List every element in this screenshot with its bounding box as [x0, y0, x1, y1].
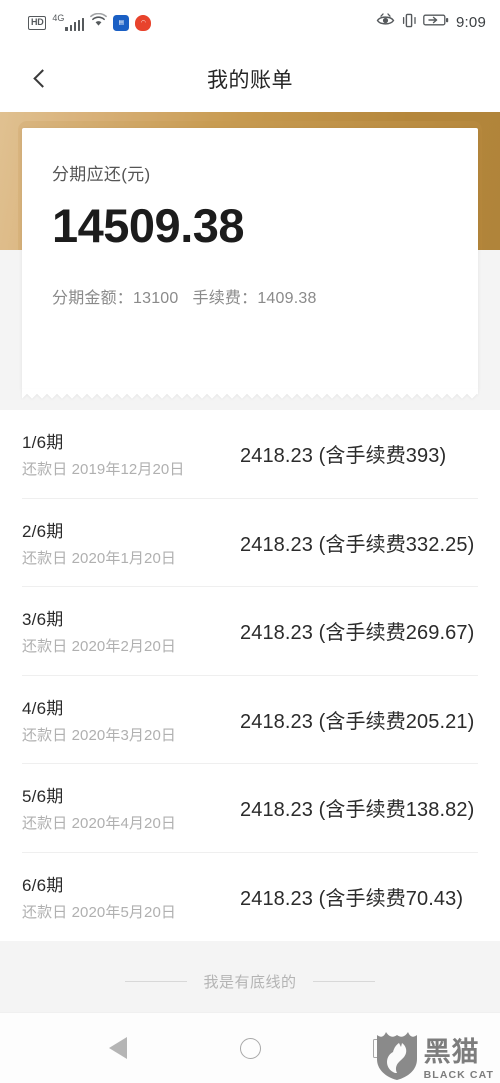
system-back-button[interactable] — [92, 1022, 144, 1074]
bill-summary-hero: 分期应还(元) 14509.38 分期金额：13100 手续费：1409.38 — [0, 112, 500, 410]
bill-total-amount: 14509.38 — [52, 199, 245, 252]
hd-icon: HD — [28, 15, 47, 30]
cellular-signal-icon: 4G — [52, 13, 85, 31]
page-header: 我的账单 — [0, 45, 500, 112]
installment-info: 2/6期 还款日 2020年1月20日 — [22, 517, 240, 568]
blue-app-icon: ▤ — [113, 14, 130, 31]
installment-info: 5/6期 还款日 2020年4月20日 — [22, 782, 240, 833]
list-item[interactable]: 6/6期 还款日 2020年5月20日 2418.23 (含手续费70.43) — [22, 853, 478, 942]
red-app-icon: ◠ — [135, 14, 152, 31]
back-triangle-icon — [109, 1037, 127, 1059]
home-circle-icon — [239, 1037, 261, 1059]
installment-term: 5/6期 — [22, 787, 64, 807]
receipt-sawtooth-edge — [22, 389, 478, 399]
installment-term: 4/6期 — [22, 698, 64, 718]
list-end-marker: 我是有底线的 — [0, 950, 500, 1012]
installment-term: 3/6期 — [22, 610, 64, 630]
list-item[interactable]: 3/6期 还款日 2020年2月20日 2418.23 (含手续费269.67) — [22, 587, 478, 676]
principal-value: 13100 — [133, 290, 179, 308]
fee-value: 1409.38 — [257, 290, 317, 308]
network-type-label: 4G — [52, 13, 65, 23]
list-item[interactable]: 1/6期 还款日 2019年12月20日 2418.23 (含手续费393) — [22, 410, 478, 499]
list-item[interactable]: 5/6期 还款日 2020年4月20日 2418.23 (含手续费138.82) — [22, 764, 478, 853]
watermark-cn: 黑猫 — [423, 1037, 480, 1067]
watermark-text: 黑猫 BLACK CAT — [423, 1037, 494, 1082]
installment-due-date: 还款日 2020年3月20日 — [22, 726, 176, 744]
black-cat-shield-logo — [376, 1032, 417, 1080]
bill-amount-label: 分期应还(元) — [52, 165, 151, 184]
principal-label: 分期金额： — [52, 290, 134, 308]
vibrate-icon — [402, 13, 416, 33]
divider-right — [312, 980, 375, 982]
installment-term: 6/6期 — [22, 876, 64, 896]
installment-amount: 2418.23 (含手续费205.21) — [240, 710, 475, 733]
installment-amount: 2418.23 (含手续费393) — [240, 445, 447, 468]
bill-breakdown: 分期金额：13100 手续费：1409.38 — [52, 284, 478, 308]
installment-term: 1/6期 — [22, 433, 64, 453]
status-bar: HD 4G ▤ ◠ 9:09 — [0, 0, 500, 45]
installment-info: 4/6期 还款日 2020年3月20日 — [22, 694, 240, 745]
installment-amount: 2418.23 (含手续费269.67) — [240, 622, 475, 645]
status-bar-left: HD 4G ▤ ◠ — [28, 12, 152, 32]
installment-amount: 2418.23 (含手续费332.25) — [240, 533, 475, 556]
list-end-text: 我是有底线的 — [203, 973, 297, 991]
status-clock: 9:09 — [456, 14, 486, 31]
system-navigation-bar: 黑猫 BLACK CAT — [0, 1012, 500, 1083]
installment-info: 3/6期 还款日 2020年2月20日 — [22, 605, 240, 656]
installment-term: 2/6期 — [22, 521, 64, 541]
installment-due-date: 还款日 2020年1月20日 — [22, 549, 176, 567]
installment-due-date: 还款日 2020年5月20日 — [22, 904, 176, 922]
installment-info: 1/6期 还款日 2019年12月20日 — [22, 428, 240, 479]
watermark: 黑猫 BLACK CAT — [375, 1029, 494, 1081]
divider-left — [125, 980, 188, 982]
chevron-left-icon — [32, 69, 52, 88]
wifi-icon — [90, 12, 108, 32]
installment-amount: 2418.23 (含手续费70.43) — [240, 888, 464, 911]
installment-due-date: 还款日 2019年12月20日 — [22, 461, 185, 479]
installment-info: 6/6期 还款日 2020年5月20日 — [22, 871, 240, 922]
page-title: 我的账单 — [207, 68, 293, 92]
phone-screen: HD 4G ▤ ◠ 9:09 我的账单 分期应还(元) 14509.38 分期金… — [0, 0, 500, 1083]
watermark-en: BLACK CAT — [423, 1069, 494, 1081]
installment-list: 1/6期 还款日 2019年12月20日 2418.23 (含手续费393) 2… — [0, 410, 500, 941]
battery-charging-icon — [423, 13, 449, 32]
back-button[interactable] — [16, 45, 64, 112]
system-home-button[interactable] — [224, 1022, 276, 1074]
installment-amount: 2418.23 (含手续费138.82) — [240, 799, 475, 822]
installment-due-date: 还款日 2020年2月20日 — [22, 638, 176, 656]
installment-due-date: 还款日 2020年4月20日 — [22, 815, 176, 833]
signal-bars-icon — [65, 18, 85, 31]
fee-label: 手续费： — [192, 290, 258, 308]
eye-care-icon — [376, 13, 395, 32]
list-item[interactable]: 2/6期 还款日 2020年1月20日 2418.23 (含手续费332.25) — [22, 499, 478, 587]
status-bar-right: 9:09 — [376, 13, 486, 33]
bill-summary-card: 分期应还(元) 14509.38 分期金额：13100 手续费：1409.38 — [22, 128, 478, 399]
list-item[interactable]: 4/6期 还款日 2020年3月20日 2418.23 (含手续费205.21) — [22, 676, 478, 764]
